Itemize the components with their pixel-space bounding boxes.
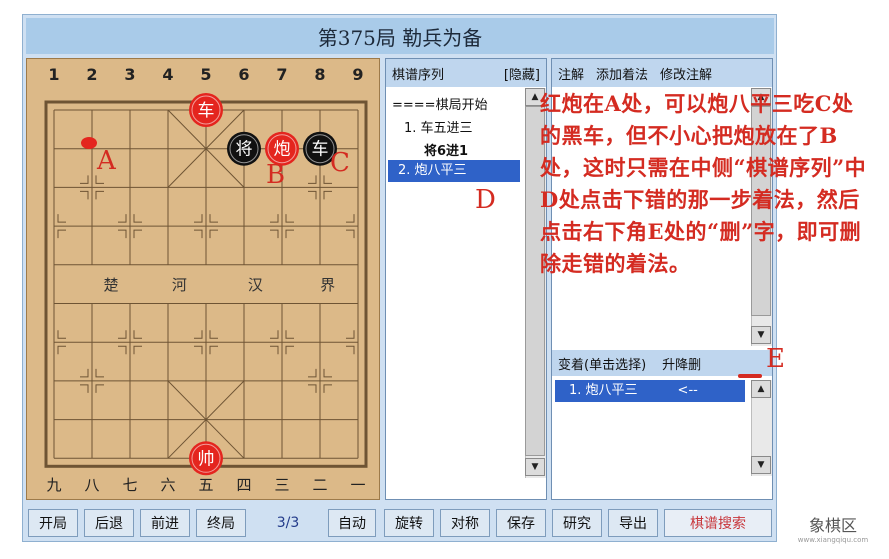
selected-move[interactable]: 2. 炮八平三: [388, 160, 520, 182]
forward-button[interactable]: 前进: [140, 509, 190, 537]
svg-text:车: 车: [312, 140, 329, 160]
list-item[interactable]: 将6进1: [424, 140, 468, 159]
file-label-bottom: 九: [46, 476, 61, 494]
window-title: 第375局 勒兵为备: [26, 18, 774, 54]
watermark-logo: 象棋区: [808, 516, 857, 535]
svg-text:炮: 炮: [274, 140, 291, 160]
mark-e: E: [766, 344, 785, 374]
file-label-bottom: 八: [84, 476, 99, 494]
mark-c: C: [330, 148, 350, 178]
file-label-top: 1: [48, 65, 59, 84]
study-button[interactable]: 研究: [552, 509, 602, 537]
movelist-title: 棋谱序列: [392, 67, 445, 83]
movelist-header: 棋谱序列 [隐藏]: [386, 59, 546, 87]
scroll-down-icon[interactable]: ▼: [525, 458, 545, 476]
file-label-bottom: 三: [274, 476, 289, 494]
mark-d: D: [475, 185, 496, 215]
tab-edit-comment[interactable]: 修改注解: [660, 64, 712, 83]
scroll-down-icon[interactable]: ▼: [751, 456, 771, 474]
file-label-top: 7: [276, 65, 287, 84]
variation-title: 变着(单击选择): [558, 357, 647, 373]
variation-actions[interactable]: 升降删: [662, 354, 701, 373]
variation-move: 1. 炮八平三: [569, 383, 638, 398]
move-counter: 3/3: [276, 515, 300, 531]
save-button[interactable]: 保存: [496, 509, 546, 537]
river-label: 汉: [248, 276, 263, 294]
underline-mark-icon: [738, 374, 762, 378]
scroll-up-icon[interactable]: ▲: [751, 380, 771, 398]
river-label: 河: [172, 276, 187, 294]
file-label-bottom: 一: [350, 476, 365, 494]
mark-b: B: [266, 160, 286, 190]
file-label-bottom: 二: [312, 476, 327, 494]
tab-add-move[interactable]: 添加着法: [596, 64, 648, 83]
start-button[interactable]: 开局: [28, 509, 78, 537]
hide-toggle[interactable]: [隐藏]: [504, 64, 540, 83]
marker-dot-icon: [81, 137, 97, 149]
tab-comment[interactable]: 注解: [558, 64, 584, 83]
mirror-button[interactable]: 对称: [440, 509, 490, 537]
piece-black[interactable]: 将: [227, 131, 261, 166]
file-label-top: 4: [162, 65, 173, 84]
file-label-bottom: 七: [122, 476, 137, 494]
variation-arrow: <--: [677, 383, 698, 398]
list-item[interactable]: 1. 车五进三: [404, 117, 473, 136]
export-button[interactable]: 导出: [608, 509, 658, 537]
search-button[interactable]: 棋谱搜索: [664, 509, 772, 537]
watermark-url: www.xiangqiqu.com: [797, 536, 869, 544]
variation-item[interactable]: 1. 炮八平三 <--: [555, 380, 745, 402]
svg-text:将: 将: [236, 140, 253, 160]
file-label-bottom: 六: [160, 476, 175, 494]
piece-red[interactable]: 帅: [189, 441, 223, 476]
file-label-top: 2: [86, 65, 97, 84]
svg-text:帅: 帅: [198, 449, 215, 469]
file-label-top: 9: [352, 65, 363, 84]
piece-red[interactable]: 车: [189, 93, 223, 127]
river-label: 界: [320, 276, 335, 294]
file-label-top: 5: [200, 65, 211, 84]
river-label: 楚: [103, 276, 118, 294]
file-label-top: 6: [238, 65, 249, 84]
end-button[interactable]: 终局: [196, 509, 246, 537]
file-label-top: 8: [314, 65, 325, 84]
file-label-bottom: 四: [236, 476, 251, 494]
list-item[interactable]: ====棋局开始: [392, 94, 488, 113]
scroll-down-icon[interactable]: ▼: [751, 326, 771, 344]
svg-text:车: 车: [198, 101, 215, 121]
mark-a: A: [97, 146, 116, 176]
file-label-top: 3: [124, 65, 135, 84]
rotate-button[interactable]: 旋转: [384, 509, 434, 537]
comment-tabs: 注解 添加着法 修改注解: [552, 59, 772, 87]
back-button[interactable]: 后退: [84, 509, 134, 537]
chessboard[interactable]: 123456789 九八七六五四三二一 楚河汉界 车将炮车帅: [26, 58, 380, 500]
annotation-text: 红炮在A处，可以炮八平三吃C处的黑车，但不小心把炮放在了B处，这时只需在中侧“棋…: [540, 91, 867, 276]
file-label-bottom: 五: [198, 476, 213, 494]
auto-button[interactable]: 自动: [328, 509, 376, 537]
